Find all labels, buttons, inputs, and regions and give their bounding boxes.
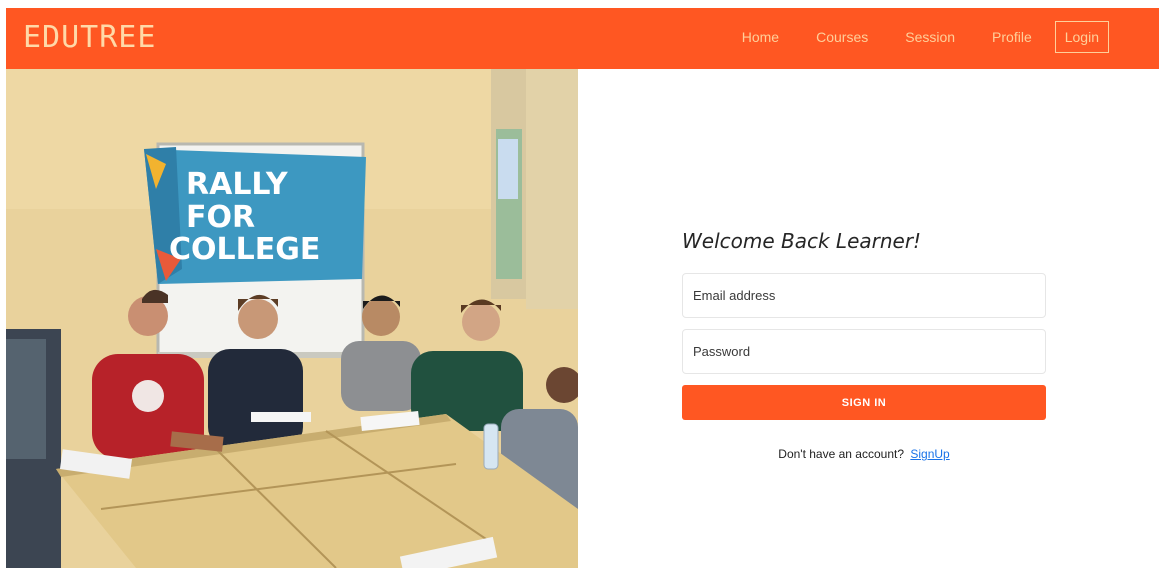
login-button[interactable]: Login: [1054, 21, 1109, 53]
nav-link-session[interactable]: Session: [905, 29, 955, 45]
poster-line1: RALLY: [186, 167, 289, 202]
classroom-photo: RALLY FOR COLLEGE: [6, 69, 578, 568]
poster-line2: FOR: [186, 200, 255, 235]
app-frame: EDUTREE Home Courses Session Profile Log…: [6, 8, 1159, 568]
poster: RALLY FOR COLLEGE: [144, 147, 366, 284]
classroom-illustration: RALLY FOR COLLEGE: [6, 69, 578, 568]
brand-logo[interactable]: EDUTREE: [23, 20, 156, 55]
signup-prompt: Don't have an account? SignUp: [682, 447, 1046, 461]
navbar: EDUTREE Home Courses Session Profile Log…: [6, 8, 1159, 69]
password-field[interactable]: [682, 329, 1046, 374]
sign-in-button[interactable]: SIGN IN: [682, 385, 1046, 420]
no-account-text: Don't have an account?: [778, 447, 904, 461]
poster-line3: COLLEGE: [169, 232, 320, 267]
email-field[interactable]: [682, 273, 1046, 318]
nav-links: Home Courses Session Profile Login: [705, 21, 1109, 53]
welcome-heading: Welcome Back Learner!: [682, 229, 922, 253]
nav-link-profile[interactable]: Profile: [992, 29, 1032, 45]
login-panel: Welcome Back Learner! SIGN IN Don't have…: [578, 69, 1159, 568]
signup-link[interactable]: SignUp: [910, 447, 949, 461]
nav-link-home[interactable]: Home: [742, 29, 779, 45]
nav-link-courses[interactable]: Courses: [816, 29, 868, 45]
